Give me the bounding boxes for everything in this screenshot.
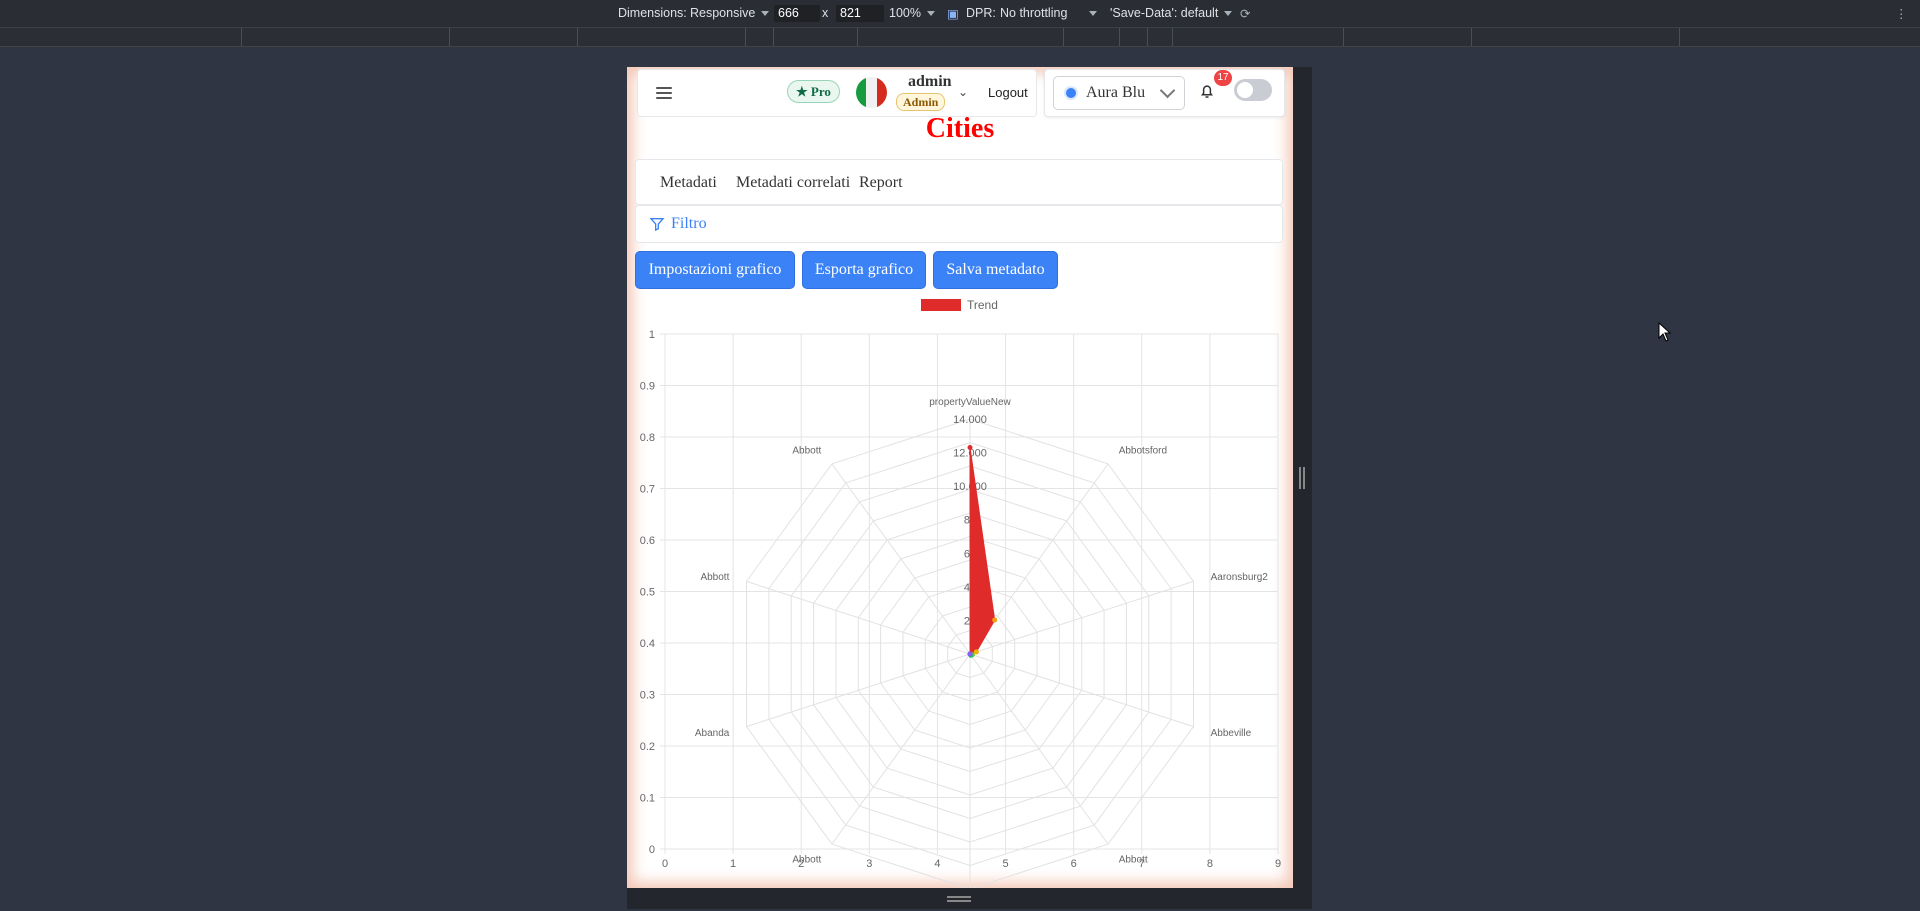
chart-area: 0 1 2 3 4 5 6 7 8 9 0 0.1 0.2 0.3 0.4 0.5 0.6 0.7 0.8 0.9 1 T… [627, 295, 1293, 888]
theme-color-dot [1066, 88, 1076, 98]
radar-point-label: Abbott [792, 445, 821, 456]
times-sign: x [822, 6, 829, 20]
x-tick-label: 5 [1002, 858, 1008, 870]
radar-spoke [831, 463, 971, 655]
x-tick-label: 4 [934, 858, 940, 870]
y-tick-label: 0.4 [640, 638, 655, 650]
width-input[interactable]: 666 [774, 5, 820, 22]
device-resize-handle-right[interactable] [1293, 67, 1312, 888]
radar-point-label: propertyValueNew [929, 397, 1011, 408]
y-tick-label: 0.6 [640, 535, 655, 547]
device-resize-handle-bottom[interactable] [627, 888, 1312, 909]
legend-label: Trend [967, 298, 998, 312]
chevron-down-icon [1159, 82, 1176, 99]
x-tick-label: 6 [1071, 858, 1077, 870]
page-title: Cities [925, 113, 995, 144]
username: admin [908, 73, 952, 90]
export-chart-button[interactable]: Esporta grafico [802, 251, 926, 289]
legend-swatch [921, 299, 961, 311]
menu-icon[interactable] [656, 87, 672, 99]
data-point [967, 445, 973, 451]
dpr-icon: ▣ [947, 7, 959, 21]
radar-point-label: Aaronsburg2 [1211, 572, 1269, 583]
radar-point-label: Abbott [792, 855, 821, 866]
y-tick-label: 0.9 [640, 381, 655, 393]
theme-label: Aura Blu [1086, 84, 1146, 101]
rotate-icon[interactable]: ⟳ [1240, 6, 1250, 21]
theme-select[interactable]: Aura Blu [1053, 76, 1185, 110]
mouse-cursor-icon [1658, 322, 1672, 342]
filter-panel[interactable]: Filtro [635, 205, 1283, 243]
zoom-select[interactable]: 100% [889, 6, 935, 20]
tab-report[interactable]: Report [859, 174, 903, 192]
star-icon: ★ [796, 84, 811, 99]
radar-chart: 0 1 2 3 4 5 6 7 8 900.10.20.30.40.50.60.70.80.91T… [640, 298, 1281, 888]
radar-spoke [831, 653, 971, 845]
y-tick-label: 0 [649, 844, 655, 856]
radar-point-label: Abbeville [1211, 728, 1252, 739]
x-tick-label: 0 [662, 858, 668, 870]
device-viewport: ★ Pro admin Admin ⌄ Logout Aura Blu 17 C… [627, 67, 1293, 888]
chart-settings-button[interactable]: Impostazioni grafico [635, 251, 795, 289]
radar-spoke [969, 653, 1109, 845]
radar-point-label: Abbott [1119, 855, 1148, 866]
tabs-bar: Metadati Metadati correlati Report [635, 159, 1283, 205]
filter-icon [649, 218, 665, 232]
x-tick-label: 3 [866, 858, 872, 870]
y-tick-label: 0.8 [640, 432, 655, 444]
save-data-select[interactable]: 'Save-Data': default [1110, 6, 1233, 20]
dimensions-label: Dimensions: [618, 6, 687, 20]
italian-flag-icon[interactable] [856, 77, 887, 108]
y-tick-label: 0.7 [640, 484, 655, 496]
save-metadata-button[interactable]: Salva metadato [933, 251, 1058, 289]
x-tick-label: 9 [1275, 858, 1281, 870]
throttling-select[interactable]: No throttling [1000, 6, 1098, 20]
notification-count-badge: 17 [1214, 70, 1232, 86]
logout-button[interactable]: Logout [988, 85, 1028, 100]
y-tick-label: 0.3 [640, 690, 655, 702]
devtools-toolbar: Dimensions: Responsive 666 x 821 100% ▣ … [0, 0, 1920, 28]
app-header: ★ Pro admin Admin ⌄ Logout [637, 69, 1037, 117]
tab-metadati[interactable]: Metadati [660, 174, 717, 192]
device-mode-select[interactable]: Responsive [690, 6, 770, 20]
role-badge: Admin [896, 93, 946, 111]
series-area-trend [969, 447, 996, 656]
x-tick-label: 8 [1207, 858, 1213, 870]
radial-tick-label: 14.000 [953, 414, 987, 426]
height-input[interactable]: 821 [836, 5, 884, 22]
y-tick-label: 0.1 [640, 793, 655, 805]
dpr-label: DPR: [966, 6, 996, 20]
y-tick-label: 0.5 [640, 587, 655, 599]
header-tools: Aura Blu 17 [1044, 69, 1285, 117]
tab-metadati-correlati[interactable]: Metadati correlati [736, 174, 850, 192]
data-point [967, 651, 973, 657]
x-tick-label: 1 [730, 858, 736, 870]
chevron-down-icon[interactable]: ⌄ [958, 85, 968, 99]
data-point [992, 617, 998, 623]
pro-badge: ★ Pro [787, 80, 840, 103]
media-query-ruler[interactable] [0, 28, 1920, 47]
more-options-icon[interactable]: ⋮ [1895, 6, 1908, 21]
radar-point-label: Abbott [700, 572, 729, 583]
y-tick-label: 1 [649, 329, 655, 341]
bell-icon[interactable] [1198, 82, 1216, 100]
radar-point-label: Abanda [695, 728, 730, 739]
y-tick-label: 0.2 [640, 741, 655, 753]
dark-mode-toggle[interactable] [1234, 79, 1272, 101]
radar-point-label: Abbotsford [1119, 445, 1167, 456]
filter-label: Filtro [671, 215, 707, 232]
